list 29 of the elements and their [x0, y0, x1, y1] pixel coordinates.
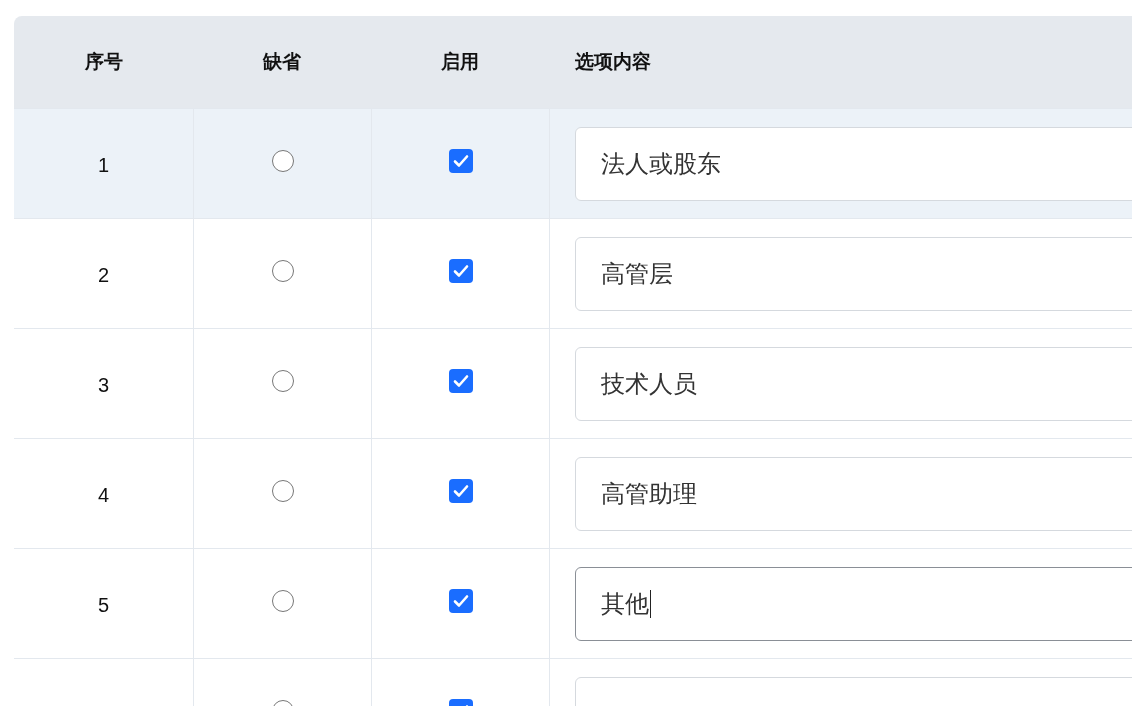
default-radio[interactable]	[271, 149, 294, 172]
check-icon	[452, 153, 469, 168]
default-radio[interactable]	[271, 369, 294, 392]
row-number: 1	[97, 153, 110, 177]
column-header: 选项内容	[575, 50, 651, 74]
option-input[interactable]: 其他	[575, 566, 1132, 641]
check-icon	[452, 263, 469, 278]
enabled-checkbox[interactable]	[448, 588, 473, 613]
column-header: 启用	[441, 50, 479, 74]
check-icon	[452, 483, 469, 498]
enabled-checkbox[interactable]	[448, 148, 473, 173]
check-icon	[452, 593, 469, 608]
enabled-checkbox[interactable]	[448, 258, 473, 283]
option-input[interactable]: 高管层	[575, 236, 1132, 311]
row-number: 4	[97, 483, 110, 507]
enabled-checkbox[interactable]	[448, 368, 473, 393]
check-icon	[452, 373, 469, 388]
option-input[interactable]: 技术人员	[575, 346, 1132, 421]
default-radio[interactable]	[271, 479, 294, 502]
column-header: 缺省	[263, 50, 301, 74]
option-input[interactable]: 高管助理	[575, 456, 1132, 531]
row-number: 2	[97, 263, 110, 287]
column-header: 序号	[84, 50, 123, 74]
option-input[interactable]: 法人或股东	[575, 126, 1132, 201]
row-number: 3	[97, 373, 110, 397]
enabled-checkbox[interactable]	[448, 478, 473, 503]
default-radio[interactable]	[271, 589, 294, 612]
row-number: 5	[97, 593, 110, 617]
default-radio[interactable]	[271, 259, 294, 282]
